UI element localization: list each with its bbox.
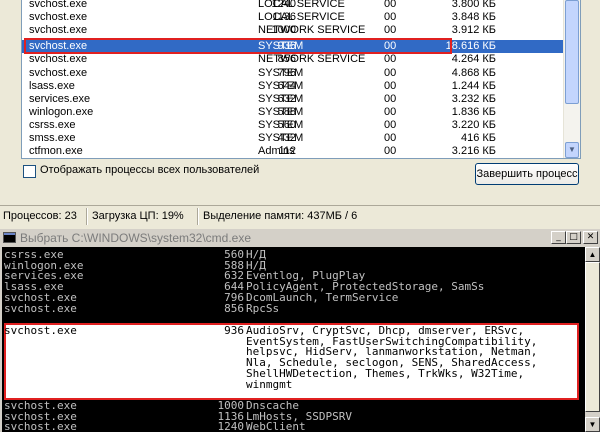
process-row[interactable]: csrss.exe 560 SYSTEM 00 3.220 КБ [22, 119, 563, 132]
console-output[interactable]: csrss.exe 560 Н/Д winlogon.exe 588 Н/Д service… [0, 247, 585, 432]
show-all-users-label[interactable]: Отображать процессы всех пользователей [40, 164, 259, 176]
process-cpu: 00 [384, 93, 397, 105]
process-cpu: 00 [384, 24, 397, 36]
process-memory: 18.616 КБ [445, 40, 496, 52]
cmd-titlebar[interactable]: Выбрать C:\WINDOWS\system32\cmd.exe _ □ … [0, 229, 600, 247]
maximize-button[interactable]: □ [566, 231, 581, 244]
process-row[interactable]: svchost.exe 796 SYSTEM 00 4.868 КБ [22, 67, 563, 80]
process-user: SYSTEM [258, 119, 304, 131]
process-name: smss.exe [29, 132, 76, 144]
process-name: svchost.exe [29, 40, 88, 52]
process-row[interactable]: svchost.exe 936 SYSTEM 00 18.616 КБ [22, 40, 563, 53]
process-row[interactable]: svchost.exe 856 NETWORK SERVICE 00 4.264 КБ [22, 53, 563, 66]
show-all-users-checkbox[interactable] [23, 165, 36, 178]
process-cpu: 00 [384, 106, 397, 118]
console-process-name: svchost.exe [4, 324, 77, 337]
console-icon[interactable] [3, 232, 16, 243]
process-memory: 3.848 КБ [451, 11, 496, 23]
scroll-down-arrow-icon[interactable]: ▼ [585, 417, 600, 432]
minimize-button[interactable]: _ [551, 231, 566, 244]
process-user: SYSTEM [258, 132, 304, 144]
process-cpu: 00 [384, 0, 397, 10]
process-name: svchost.exe [29, 11, 88, 23]
scroll-down-arrow-icon[interactable]: ▼ [565, 142, 579, 158]
process-memory: 1.244 КБ [451, 80, 496, 92]
scroll-up-arrow-icon[interactable]: ▲ [585, 247, 600, 262]
process-memory: 3.800 КБ [451, 0, 496, 10]
process-memory: 3.216 КБ [451, 145, 496, 157]
process-name: svchost.exe [29, 24, 88, 36]
process-row[interactable]: ctfmon.exe 112 Admins 00 3.216 КБ [22, 145, 563, 158]
process-list-scrollbar[interactable]: ▼ [563, 0, 580, 158]
process-row[interactable]: smss.exe 432 SYSTEM 00 416 КБ [22, 132, 563, 145]
process-name: svchost.exe [29, 53, 88, 65]
console-services: WebClient [246, 420, 306, 432]
process-memory: 1.836 КБ [451, 106, 496, 118]
process-row[interactable]: svchost.exe 1000 NETWORK SERVICE 00 3.912 КБ [22, 24, 563, 37]
process-user: LOCAL SERVICE [258, 0, 345, 10]
console-process-pid: 936 [224, 324, 244, 337]
process-row[interactable]: services.exe 632 SYSTEM 00 3.232 КБ [22, 93, 563, 106]
process-user: SYSTEM [258, 40, 304, 52]
console-scrollbar-thumb[interactable] [585, 262, 600, 412]
console-services: RpcSs [246, 301, 280, 315]
process-row[interactable]: svchost.exe 1136 LOCAL SERVICE 00 3.848 КБ [22, 11, 563, 24]
process-user: NETWORK SERVICE [258, 24, 366, 36]
process-name: services.exe [29, 93, 91, 105]
process-memory: 4.264 КБ [451, 53, 496, 65]
process-name: svchost.exe [29, 67, 88, 79]
console-process-name: svchost.exe [4, 301, 77, 315]
process-name: ctfmon.exe [29, 145, 83, 157]
process-row[interactable]: lsass.exe 644 SYSTEM 00 1.244 КБ [22, 80, 563, 93]
end-process-button[interactable]: Завершить процесс [475, 163, 579, 185]
console-process-pid: 856 [224, 301, 244, 315]
process-cpu: 00 [384, 80, 397, 92]
process-name: csrss.exe [29, 119, 76, 131]
process-user: Admins [258, 145, 295, 157]
cmd-window-title: Выбрать C:\WINDOWS\system32\cmd.exe [20, 231, 252, 245]
console-process-name: svchost.exe [4, 420, 77, 432]
process-name: svchost.exe [29, 0, 88, 10]
process-cpu: 00 [384, 40, 397, 52]
status-cpu-usage: Загрузка ЦП: 19% [92, 210, 184, 222]
process-user: SYSTEM [258, 106, 304, 118]
process-name: winlogon.exe [29, 106, 94, 118]
process-user: SYSTEM [258, 80, 304, 92]
process-user: SYSTEM [258, 93, 304, 105]
close-button[interactable]: ✕ [583, 231, 598, 244]
process-row[interactable]: svchost.exe 1240 LOCAL SERVICE 00 3.800 КБ [22, 0, 563, 11]
console-process-pid: 1240 [217, 420, 245, 432]
process-user: NETWORK SERVICE [258, 53, 366, 65]
process-memory: 4.868 КБ [451, 67, 496, 79]
process-list[interactable]: svchost.exe 1240 LOCAL SERVICE 00 3.800 КБ sv… [21, 0, 581, 159]
process-cpu: 00 [384, 145, 397, 157]
process-cpu: 00 [384, 67, 397, 79]
process-memory: 416 КБ [460, 132, 496, 144]
process-memory: 3.220 КБ [451, 119, 496, 131]
process-user: SYSTEM [258, 67, 304, 79]
status-process-count: Процессов: 23 [3, 210, 77, 222]
status-memory-commit: Выделение памяти: 437МБ / 6 [203, 210, 358, 222]
process-name: lsass.exe [29, 80, 75, 92]
process-cpu: 00 [384, 53, 397, 65]
console-scrollbar[interactable]: ▲ ▼ [585, 247, 600, 432]
scrollbar-thumb[interactable] [565, 0, 579, 104]
process-row[interactable]: winlogon.exe 588 SYSTEM 00 1.836 КБ [22, 106, 563, 119]
process-cpu: 00 [384, 11, 397, 23]
process-cpu: 00 [384, 132, 397, 144]
console-services: winmgmt [246, 377, 293, 391]
status-bar: Процессов: 23 Загрузка ЦП: 19% Выделение… [0, 205, 600, 227]
task-manager-window: svchost.exe 1240 LOCAL SERVICE 00 3.800 КБ sv… [0, 0, 600, 228]
process-cpu: 00 [384, 119, 397, 131]
process-memory: 3.912 КБ [451, 24, 496, 36]
process-memory: 3.232 КБ [451, 93, 496, 105]
cmd-window: Выбрать C:\WINDOWS\system32\cmd.exe _ □ … [0, 229, 600, 432]
status-separator [86, 208, 88, 225]
status-separator [197, 208, 199, 225]
process-user: LOCAL SERVICE [258, 11, 345, 23]
